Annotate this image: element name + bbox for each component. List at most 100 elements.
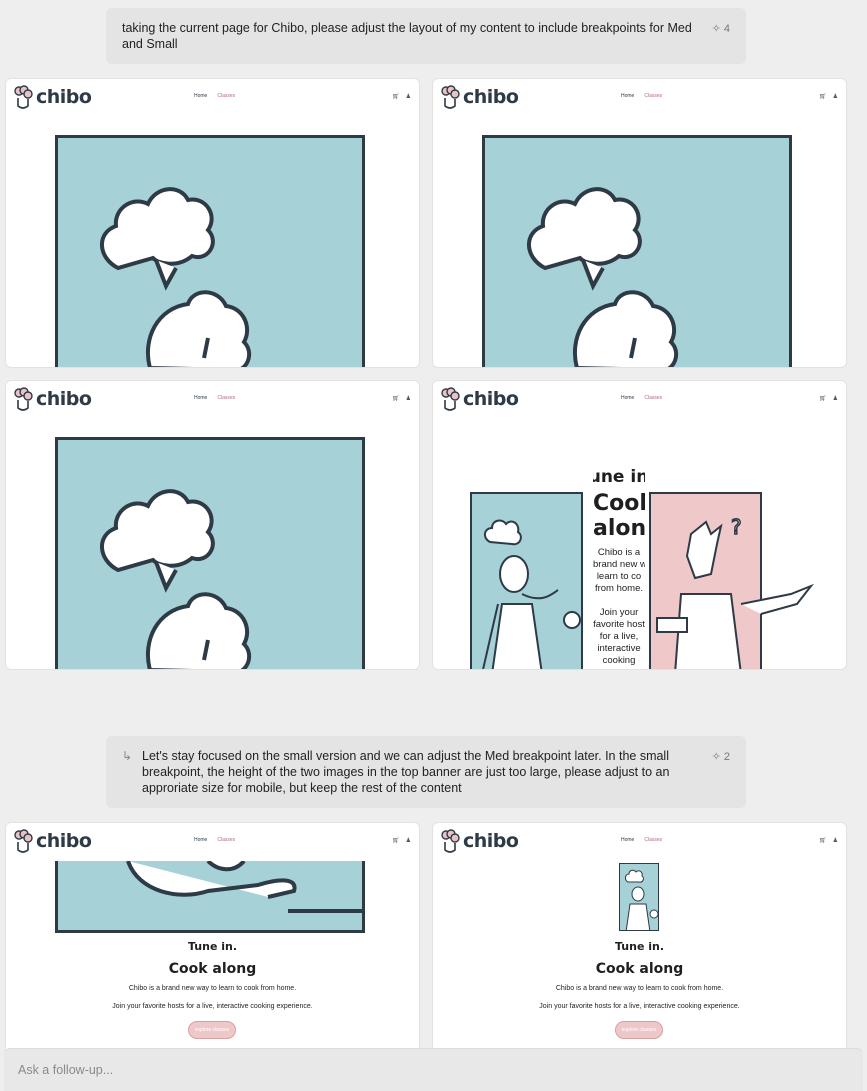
- chef-hat-icon: [441, 387, 460, 411]
- sparkle-icon: ✧: [711, 751, 721, 763]
- variant-count[interactable]: ✧ 2: [712, 749, 730, 765]
- site-nav: Home Classes: [194, 93, 235, 99]
- variant-card-small[interactable]: chibo Home Classes 🛒︎ ♟︎ Tune in. Cook al…: [6, 823, 419, 1053]
- logo-text: chibo: [36, 86, 92, 108]
- prompt-message-2: ↳ Let's stay focused on the small versio…: [106, 736, 746, 808]
- logo-text: chibo: [463, 86, 519, 108]
- hero-body-line: Join your: [599, 607, 639, 618]
- explore-classes-button[interactable]: explore classes: [615, 1021, 663, 1039]
- user-icon[interactable]: ♟︎: [833, 395, 838, 402]
- chef-hat-icon: [441, 85, 460, 109]
- follow-up-input[interactable]: [18, 1063, 838, 1077]
- hero-body-2: Join your favorite hosts for a live, int…: [539, 1003, 740, 1010]
- hero-body-line: learn to co: [596, 571, 642, 582]
- chef-illustration: [526, 187, 679, 367]
- hero-body-line: from home.: [594, 583, 644, 594]
- hero-image-left: [470, 492, 583, 669]
- site-nav: Home Classes: [194, 395, 235, 401]
- chef-illustration: [625, 869, 658, 930]
- prompt-text: taking the current page for Chibo, pleas…: [122, 21, 692, 51]
- logo-text: chibo: [463, 830, 519, 852]
- hero-body-line: Chibo is a: [597, 547, 641, 558]
- host-illustration: ?: [656, 514, 815, 669]
- site-nav: Home Classes: [621, 93, 662, 99]
- site-nav: Home Classes: [621, 837, 662, 843]
- nav-classes[interactable]: Classes: [217, 93, 235, 99]
- nav-home[interactable]: Home: [194, 837, 207, 843]
- hero-tune-in: Tune in.: [614, 940, 665, 953]
- nav-home[interactable]: Home: [621, 93, 634, 99]
- hero-image: [619, 863, 659, 931]
- hero-cook-along: Cook along: [595, 961, 684, 977]
- user-icon[interactable]: ♟︎: [406, 837, 411, 844]
- chef-hat-icon: [14, 829, 33, 853]
- variant-card[interactable]: chibo Home Classes 🛒︎ ♟︎: [6, 79, 419, 367]
- user-icon[interactable]: ♟︎: [833, 837, 838, 844]
- cart-icon[interactable]: 🛒︎: [392, 93, 400, 100]
- chef-illustration: [99, 187, 252, 367]
- logo-text: chibo: [463, 388, 519, 410]
- hero-tune-in: Tune in: [593, 467, 645, 487]
- cart-icon[interactable]: 🛒︎: [819, 395, 827, 402]
- chef-hat-icon: [14, 85, 33, 109]
- hero-body-line: for a live,: [599, 631, 639, 642]
- site-header: chibo Home Classes 🛒︎ ♟︎: [433, 823, 846, 857]
- header-icons: 🛒︎ ♟︎: [392, 93, 411, 100]
- nav-classes[interactable]: Classes: [644, 395, 662, 401]
- nav-home[interactable]: Home: [194, 395, 207, 401]
- chef-illustration: [99, 489, 252, 669]
- header-icons: 🛒︎ ♟︎: [392, 837, 411, 844]
- chef-hat-icon: [14, 387, 33, 411]
- hero-body-line: interactive: [597, 643, 641, 654]
- site-header: chibo Home Classes 🛒︎ ♟︎: [6, 79, 419, 113]
- header-icons: 🛒︎ ♟︎: [392, 395, 411, 402]
- site-header: chibo Home Classes 🛒︎ ♟︎: [433, 381, 846, 415]
- header-icons: 🛒︎ ♟︎: [819, 395, 838, 402]
- nav-home[interactable]: Home: [621, 395, 634, 401]
- reply-arrow-icon: ↳: [122, 749, 133, 763]
- nav-classes[interactable]: Classes: [644, 93, 662, 99]
- cart-icon[interactable]: 🛒︎: [392, 837, 400, 844]
- user-icon[interactable]: ♟︎: [406, 395, 411, 402]
- variant-count[interactable]: ✧ 4: [712, 21, 730, 37]
- sparkle-icon: ✧: [711, 23, 721, 35]
- explore-classes-button[interactable]: explore classes: [188, 1021, 236, 1039]
- user-icon[interactable]: ♟︎: [406, 93, 411, 100]
- hero-text: Tune in Cook along Chibo is a brand new …: [593, 467, 645, 667]
- site-header: chibo Home Classes 🛒︎ ♟︎: [6, 823, 419, 857]
- variant-card[interactable]: chibo Home Classes 🛒︎ ♟︎: [433, 79, 846, 367]
- variant-count-value: 4: [723, 23, 730, 35]
- svg-text:?: ?: [731, 515, 742, 539]
- logo-text: chibo: [36, 830, 92, 852]
- nav-home[interactable]: Home: [621, 837, 634, 843]
- nav-classes[interactable]: Classes: [217, 837, 235, 843]
- hero-body-1: Chibo is a brand new way to learn to coo…: [128, 985, 297, 992]
- hero-body-line: favorite host: [593, 619, 645, 630]
- prompt-text: Let's stay focused on the small version …: [142, 749, 670, 795]
- chibo-logo: chibo: [12, 387, 92, 411]
- variant-card-small[interactable]: chibo Home Classes 🛒︎ ♟︎ Tune in. Cook al…: [433, 823, 846, 1053]
- chef-hat-icon: [441, 829, 460, 853]
- logo-text: chibo: [36, 388, 92, 410]
- hero-image: [55, 135, 365, 367]
- chibo-logo: chibo: [12, 829, 92, 853]
- hero-body-line: brand new w: [593, 559, 645, 570]
- nav-classes[interactable]: Classes: [644, 837, 662, 843]
- site-nav: Home Classes: [621, 395, 662, 401]
- variant-card[interactable]: chibo Home Classes 🛒︎ ♟︎: [6, 381, 419, 669]
- follow-up-composer: [4, 1048, 863, 1091]
- hero-tune-in: Tune in.: [187, 940, 238, 953]
- chef-illustration: [482, 519, 581, 669]
- cart-icon[interactable]: 🛒︎: [392, 395, 400, 402]
- hero-image-right: ?: [649, 492, 815, 669]
- chibo-logo: chibo: [439, 829, 519, 853]
- user-icon[interactable]: ♟︎: [833, 93, 838, 100]
- nav-classes[interactable]: Classes: [217, 395, 235, 401]
- site-header: chibo Home Classes 🛒︎ ♟︎: [6, 381, 419, 415]
- prompt-message-1: taking the current page for Chibo, pleas…: [106, 8, 746, 64]
- variant-card-medium[interactable]: chibo Home Classes 🛒︎ ♟︎ Tune in Cook alo…: [433, 381, 846, 669]
- nav-home[interactable]: Home: [194, 93, 207, 99]
- cart-icon[interactable]: 🛒︎: [819, 93, 827, 100]
- chef-illustration: [126, 861, 362, 913]
- cart-icon[interactable]: 🛒︎: [819, 837, 827, 844]
